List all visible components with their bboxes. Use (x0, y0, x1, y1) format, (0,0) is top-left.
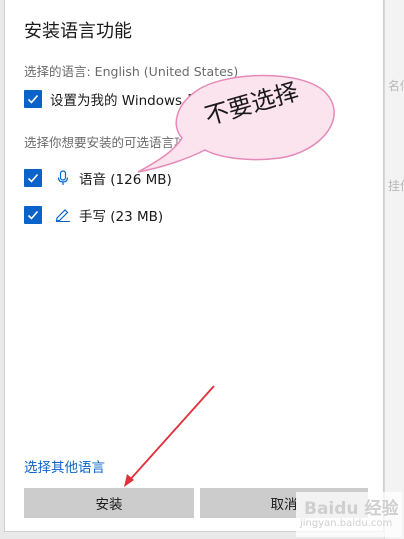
speech-checkbox[interactable] (24, 169, 42, 187)
handwriting-checkbox[interactable] (24, 206, 42, 224)
selected-language-text: 选择的语言: English (United States) (24, 64, 239, 79)
background-text-fragment: 挂住 (388, 179, 404, 193)
checkmark-icon (27, 173, 39, 183)
baidu-watermark: Baidu 经验 jingyan.baidu.com (296, 492, 402, 537)
background-text-fragment: 名似 (388, 79, 404, 93)
pen-icon (55, 206, 71, 224)
background-window: 名似 挂住 (384, 0, 404, 539)
checkmark-icon (27, 210, 39, 220)
choose-other-language-link[interactable]: 选择其他语言 (24, 456, 105, 476)
dialog-title: 安装语言功能 (24, 21, 132, 42)
speech-feature-option[interactable]: 语音 (126 MB) (24, 168, 172, 188)
optional-features-heading: 选择你想要安装的可选语言功能 (24, 135, 200, 150)
watermark-url: jingyan.baidu.com (300, 518, 393, 529)
checkmark-icon (27, 94, 39, 104)
handwriting-label: 手写 (23 MB) (79, 209, 164, 225)
microphone-icon (55, 169, 71, 187)
speech-label: 语音 (126 MB) (79, 172, 172, 188)
install-language-features-dialog: 安装语言功能 选择的语言: English (United States) 设置… (4, 0, 384, 532)
install-button[interactable]: 安装 (24, 488, 194, 518)
watermark-main-text: Baidu 经验 (304, 499, 399, 519)
handwriting-feature-option[interactable]: 手写 (23 MB) (24, 205, 163, 225)
display-language-checkbox[interactable] (24, 90, 42, 108)
